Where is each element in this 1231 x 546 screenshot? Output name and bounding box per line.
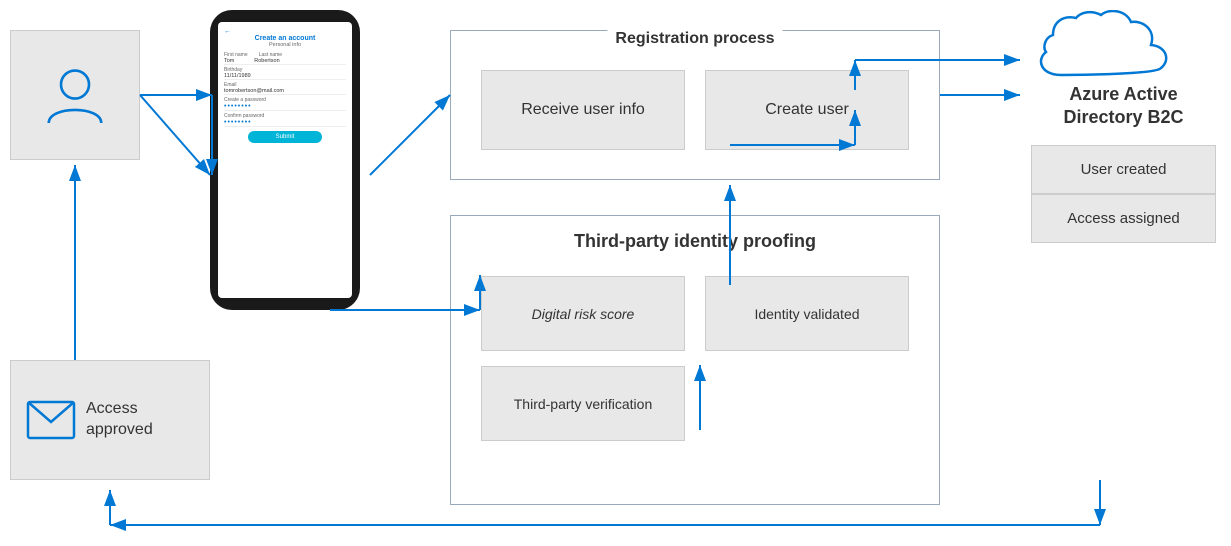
digital-risk-score-step: Digital risk score <box>481 276 685 351</box>
user-box <box>10 30 140 160</box>
registration-title: Registration process <box>607 30 782 48</box>
screen-subtitle: Personal info <box>224 42 346 48</box>
thirdparty-title: Third-party identity proofing <box>574 231 816 252</box>
receive-user-info-step: Receive user info <box>481 70 685 150</box>
phone-outer: ← Create an account Personal info First … <box>210 10 360 310</box>
access-approved-label: Access approved <box>86 399 194 441</box>
registration-box: Registration process Receive user info C… <box>450 30 940 180</box>
thirdparty-box: Third-party identity proofing Digital ri… <box>450 215 940 505</box>
azure-label: Azure Active Directory B2C <box>1031 83 1216 130</box>
submit-button[interactable]: Submit <box>248 131 321 143</box>
phone-to-reg-arrow <box>370 95 450 175</box>
azure-container: Azure Active Directory B2C User created … <box>1031 10 1216 243</box>
diagram: Access approved ← Create an account Pers… <box>0 0 1231 546</box>
user-icon <box>40 60 110 130</box>
user-created-box: User created <box>1031 145 1216 194</box>
cloud-icon <box>1031 10 1191 90</box>
create-user-step: Create user <box>705 70 909 150</box>
phone: ← Create an account Personal info First … <box>210 10 370 320</box>
access-assigned-box: Access assigned <box>1031 194 1216 243</box>
screen-title: Create an account <box>224 35 346 42</box>
thirdparty-verification-step: Third-party verification <box>481 366 685 441</box>
azure-sub-boxes: User created Access assigned <box>1031 145 1216 243</box>
access-approved-box: Access approved <box>10 360 210 480</box>
registration-steps: Receive user info Create user <box>451 31 939 179</box>
email-icon <box>26 400 76 440</box>
phone-screen: ← Create an account Personal info First … <box>218 22 352 298</box>
thirdparty-steps: Digital risk score Identity validated Th… <box>451 216 939 504</box>
user-to-phone-arrow <box>140 95 210 175</box>
identity-validated-step: Identity validated <box>705 276 909 351</box>
